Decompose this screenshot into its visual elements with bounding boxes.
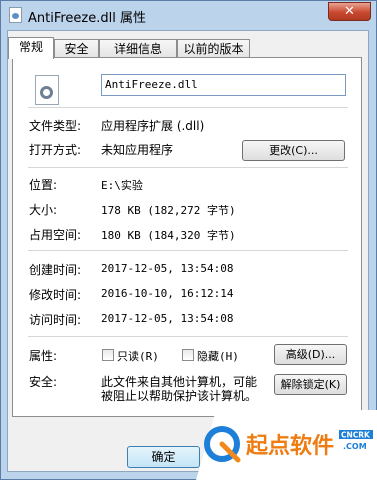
tab-security[interactable]: 安全: [54, 39, 99, 58]
opens-with-value: 未知应用程序: [101, 143, 174, 157]
created-value: 2017-12-05, 13:54:08: [101, 262, 234, 275]
window-title: AntiFreeze.dll 属性: [28, 11, 146, 26]
dll-file-icon: [9, 7, 22, 23]
size-on-disk-label: 占用空间:: [29, 228, 82, 242]
readonly-label[interactable]: 只读(R): [117, 348, 159, 364]
unblock-button[interactable]: 解除锁定(K): [274, 374, 347, 395]
file-name-input[interactable]: AntiFreeze.dll: [101, 74, 346, 96]
divider: [28, 107, 348, 108]
size-label: 大小:: [29, 203, 58, 217]
advanced-button[interactable]: 高级(D)...: [274, 344, 347, 365]
created-label: 创建时间:: [29, 263, 82, 277]
hidden-label[interactable]: 隐藏(H): [197, 348, 239, 364]
readonly-checkbox[interactable]: [102, 349, 114, 361]
divider: [28, 167, 348, 168]
size-value: 178 KB (182,272 字节): [101, 204, 236, 217]
tab-previous-versions[interactable]: 以前的版本: [177, 39, 250, 58]
accessed-label: 访问时间:: [29, 313, 82, 327]
accessed-value: 2017-12-05, 13:54:08: [101, 312, 234, 325]
hidden-checkbox[interactable]: [182, 349, 194, 361]
security-label: 安全:: [29, 375, 58, 389]
dll-gear-icon: [35, 75, 59, 105]
watermark-text: 起点软件: [245, 433, 334, 459]
cncrk-watermark: 起点软件 CNCRK .COM: [196, 410, 377, 480]
title-bar[interactable]: AntiFreeze.dll 属性 ✕: [1, 1, 376, 31]
ok-button[interactable]: 确定: [127, 446, 200, 468]
divider: [28, 250, 348, 251]
modified-label: 修改时间:: [29, 288, 82, 302]
location-label: 位置:: [29, 178, 58, 192]
security-warning-line2: 被阻止以帮助保护该计算机。: [101, 389, 258, 403]
tab-details[interactable]: 详细信息: [99, 39, 177, 58]
file-type-label: 文件类型:: [29, 119, 82, 133]
watermark-sub-top: CNCRK: [341, 431, 371, 440]
watermark-sub-bottom: .COM: [343, 442, 367, 451]
location-value: E:\实验: [101, 179, 143, 192]
tab-general[interactable]: 常规: [8, 37, 54, 59]
file-type-value: 应用程序扩展 (.dll): [101, 119, 205, 133]
modified-value: 2016-10-10, 16:12:14: [101, 287, 234, 300]
attributes-label: 属性:: [29, 349, 58, 363]
change-button[interactable]: 更改(C)...: [242, 140, 345, 161]
size-on-disk-value: 180 KB (184,320 字节): [101, 229, 236, 242]
opens-with-label: 打开方式:: [29, 143, 82, 157]
divider: [28, 336, 348, 337]
close-button[interactable]: ✕: [328, 2, 371, 21]
